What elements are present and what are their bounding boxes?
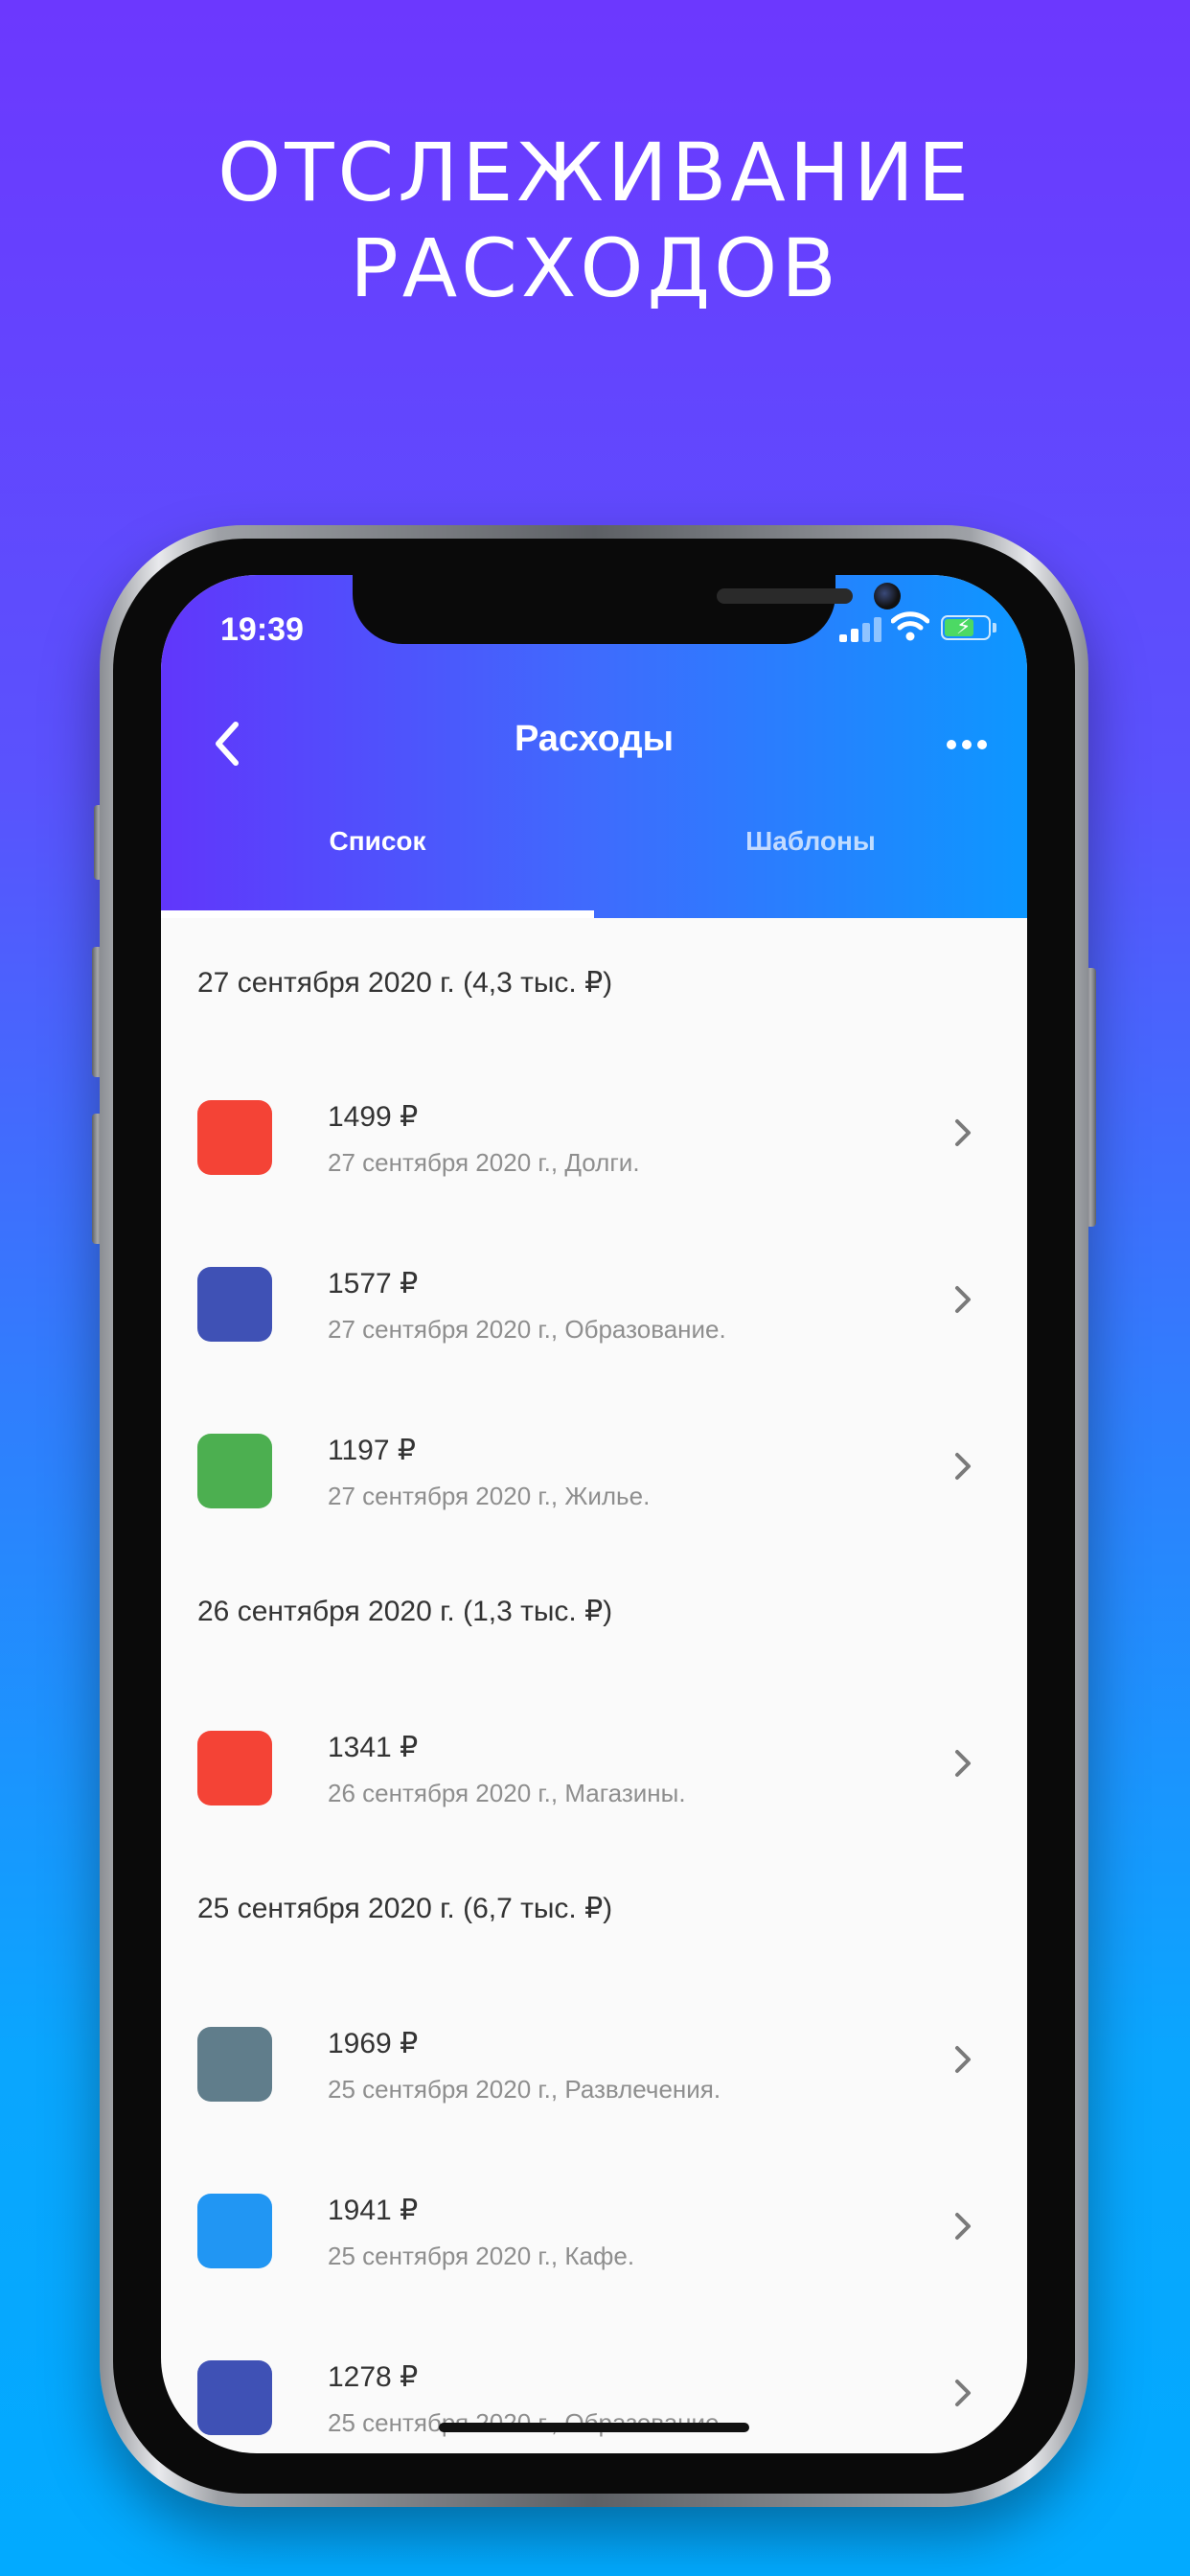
expense-amount: 1941 ₽ (328, 2195, 419, 2226)
tab-templates[interactable]: Шаблоны (594, 826, 1027, 857)
page-title: Расходы (514, 719, 675, 759)
home-indicator[interactable] (439, 2423, 749, 2432)
expense-item[interactable]: 1341 ₽ 26 сентября 2020 г., Магазины. (161, 1714, 1027, 1880)
chevron-right-icon (955, 1119, 971, 1146)
speaker-grille (717, 588, 853, 604)
category-color-swatch (197, 2360, 272, 2435)
wifi-icon (891, 611, 929, 641)
expense-item[interactable]: 1969 ₽ 25 сентября 2020 г., Развлечения. (161, 2010, 1027, 2176)
expense-date-category: 25 сентября 2020 г., Развлечения. (328, 2075, 721, 2104)
cellular-signal-icon (839, 615, 883, 642)
expense-amount: 1197 ₽ (328, 1435, 416, 1466)
battery-icon: ⚡ (941, 614, 991, 640)
tab-list[interactable]: Список (161, 826, 594, 857)
more-options-icon[interactable] (939, 726, 996, 765)
expense-item[interactable]: 1499 ₽ 27 сентября 2020 г., Долги. (161, 1083, 1027, 1250)
expense-amount: 1278 ₽ (328, 2361, 419, 2393)
promo-headline-line-1: ОТСЛЕЖИВАНИЕ (217, 126, 973, 219)
expense-amount: 1499 ₽ (328, 1101, 419, 1133)
notch (353, 575, 901, 644)
category-color-swatch (197, 2194, 272, 2268)
expense-date-category: 27 сентября 2020 г., Образование. (328, 1315, 726, 1344)
front-camera (874, 583, 901, 610)
category-color-swatch (197, 1434, 272, 1508)
promo-headline-line-2: РАСХОДОВ (350, 221, 840, 315)
back-arrow-icon[interactable] (201, 715, 259, 772)
date-group-header: 25 сентября 2020 г. (6,7 тыс. ₽) (197, 1893, 613, 1924)
status-time: 19:39 (220, 611, 304, 648)
date-group-header: 26 сентября 2020 г. (1,3 тыс. ₽) (197, 1596, 613, 1627)
promo-headline: ОТСЛЕЖИВАНИЕ РАСХОДОВ (0, 125, 1190, 316)
expense-date-category: 25 сентября 2020 г., Кафе. (328, 2242, 635, 2270)
expense-amount: 1577 ₽ (328, 1268, 419, 1300)
chevron-right-icon (955, 1286, 971, 1313)
expense-amount: 1341 ₽ (328, 1732, 419, 1763)
chevron-right-icon (955, 2380, 971, 2406)
expense-date-category: 27 сентября 2020 г., Долги. (328, 1148, 640, 1177)
expense-item[interactable]: 1941 ₽ 25 сентября 2020 г., Кафе. (161, 2176, 1027, 2343)
expense-date-category: 26 сентября 2020 г., Магазины. (328, 1779, 686, 1807)
app-screen: 19:39 ⚡ Расходы Список Шаблоны 27 сентяб… (161, 575, 1027, 2453)
expense-item[interactable]: 1278 ₽ 25 сентября 2020 г., Образование. (161, 2343, 1027, 2453)
category-color-swatch (197, 1267, 272, 1342)
expense-item[interactable]: 1197 ₽ 27 сентября 2020 г., Жилье. (161, 1416, 1027, 1583)
category-color-swatch (197, 2027, 272, 2102)
chevron-right-icon (955, 1453, 971, 1480)
chevron-right-icon (955, 2046, 971, 2073)
category-color-swatch (197, 1100, 272, 1175)
chevron-right-icon (955, 1750, 971, 1777)
tab-active-indicator (161, 910, 594, 918)
battery-tip (993, 623, 996, 632)
expense-amount: 1969 ₽ (328, 2028, 419, 2059)
expense-item[interactable]: 1577 ₽ 27 сентября 2020 г., Образование. (161, 1250, 1027, 1416)
date-group-header: 27 сентября 2020 г. (4,3 тыс. ₽) (197, 967, 613, 999)
category-color-swatch (197, 1731, 272, 1806)
expense-date-category: 27 сентября 2020 г., Жилье. (328, 1482, 651, 1510)
app-header: 19:39 ⚡ Расходы Список Шаблоны (161, 575, 1027, 918)
chevron-right-icon (955, 2213, 971, 2240)
